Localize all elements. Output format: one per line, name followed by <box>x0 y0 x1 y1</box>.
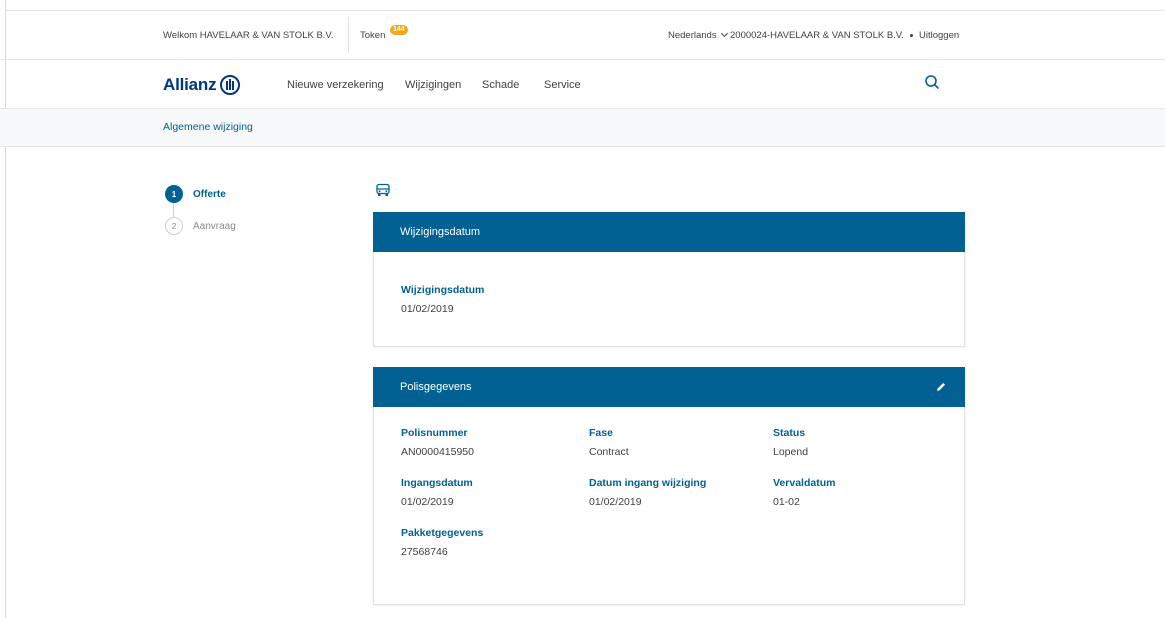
change-date-card-header: Wijzigingsdatum <box>373 212 965 252</box>
car-icon <box>376 183 390 196</box>
phase-label: Fase <box>589 427 613 439</box>
chevron-down-icon <box>720 29 728 38</box>
token-link[interactable]: Token <box>360 30 385 42</box>
search-icon[interactable] <box>924 74 940 90</box>
step-label-aanvraag: Aanvraag <box>193 220 236 232</box>
policy-number-label: Polisnummer <box>401 427 468 439</box>
package-details-value: 27568746 <box>401 546 448 558</box>
policy-number-value: AN0000415950 <box>401 446 474 458</box>
change-start-date-value: 01/02/2019 <box>589 496 642 508</box>
start-date-value: 01/02/2019 <box>401 496 454 508</box>
language-label: Nederlands <box>668 30 717 41</box>
page-subheader: Algemene wijziging <box>0 109 1165 147</box>
step-offerte[interactable]: 1 Offerte <box>165 185 226 203</box>
change-start-date-label: Datum ingang wijziging <box>589 477 707 489</box>
package-details-label: Pakketgegevens <box>401 527 484 539</box>
expiry-date-label: Vervaldatum <box>773 477 836 489</box>
edit-pencil-icon[interactable] <box>935 381 947 393</box>
language-selector[interactable]: Nederlands <box>668 29 728 42</box>
welcome-text: Welkom HAVELAAR & VAN STOLK B.V. <box>163 30 334 41</box>
change-date-value: 01/02/2019 <box>401 303 454 315</box>
logout-link[interactable]: Uitloggen <box>919 30 959 42</box>
status-value: Lopend <box>773 446 809 458</box>
step-label-offerte: Offerte <box>193 188 226 200</box>
expiry-date-value: 01-02 <box>773 496 800 508</box>
account-selector[interactable]: 2000024-HAVELAAR & VAN STOLK B.V. <box>730 30 913 42</box>
nav-service[interactable]: Service <box>544 79 581 91</box>
change-date-card-title: Wijzigingsdatum <box>400 226 481 238</box>
policy-card-header: Polisgegevens <box>373 367 965 407</box>
page-title: Algemene wijziging <box>163 121 253 133</box>
nav-new-insurance[interactable]: Nieuwe verzekering <box>287 79 384 91</box>
dropdown-dot-icon <box>909 34 913 37</box>
step-number-1: 1 <box>165 185 183 203</box>
change-date-card: Wijzigingsdatum Wijzigingsdatum 01/02/20… <box>373 212 965 347</box>
stepper-connector <box>173 203 174 217</box>
phase-value: Contract <box>589 446 629 458</box>
token-count-badge: 144 <box>390 25 408 35</box>
step-number-2: 2 <box>165 217 183 235</box>
allianz-logo[interactable]: Allianz <box>163 72 241 98</box>
step-aanvraag[interactable]: 2 Aanvraag <box>165 217 236 235</box>
policy-card-title: Polisgegevens <box>400 381 472 393</box>
topbar-divider <box>348 17 349 53</box>
status-label: Status <box>773 427 806 439</box>
start-date-label: Ingangsdatum <box>401 477 473 489</box>
allianz-eagle-icon <box>220 75 241 95</box>
main-navigation: Allianz Nieuwe verzekering Wijzigingen S… <box>0 60 1165 109</box>
account-label: 2000024-HAVELAAR & VAN STOLK B.V. <box>730 30 904 41</box>
nav-changes[interactable]: Wijzigingen <box>405 79 461 91</box>
policy-details-card: Polisgegevens Polisnummer AN0000415950 F… <box>373 367 965 605</box>
top-utility-bar: Welkom HAVELAAR & VAN STOLK B.V. Token 1… <box>0 11 1165 60</box>
change-date-label: Wijzigingsdatum <box>401 284 485 296</box>
nav-claims[interactable]: Schade <box>482 79 519 91</box>
logo-text: Allianz <box>163 75 217 94</box>
